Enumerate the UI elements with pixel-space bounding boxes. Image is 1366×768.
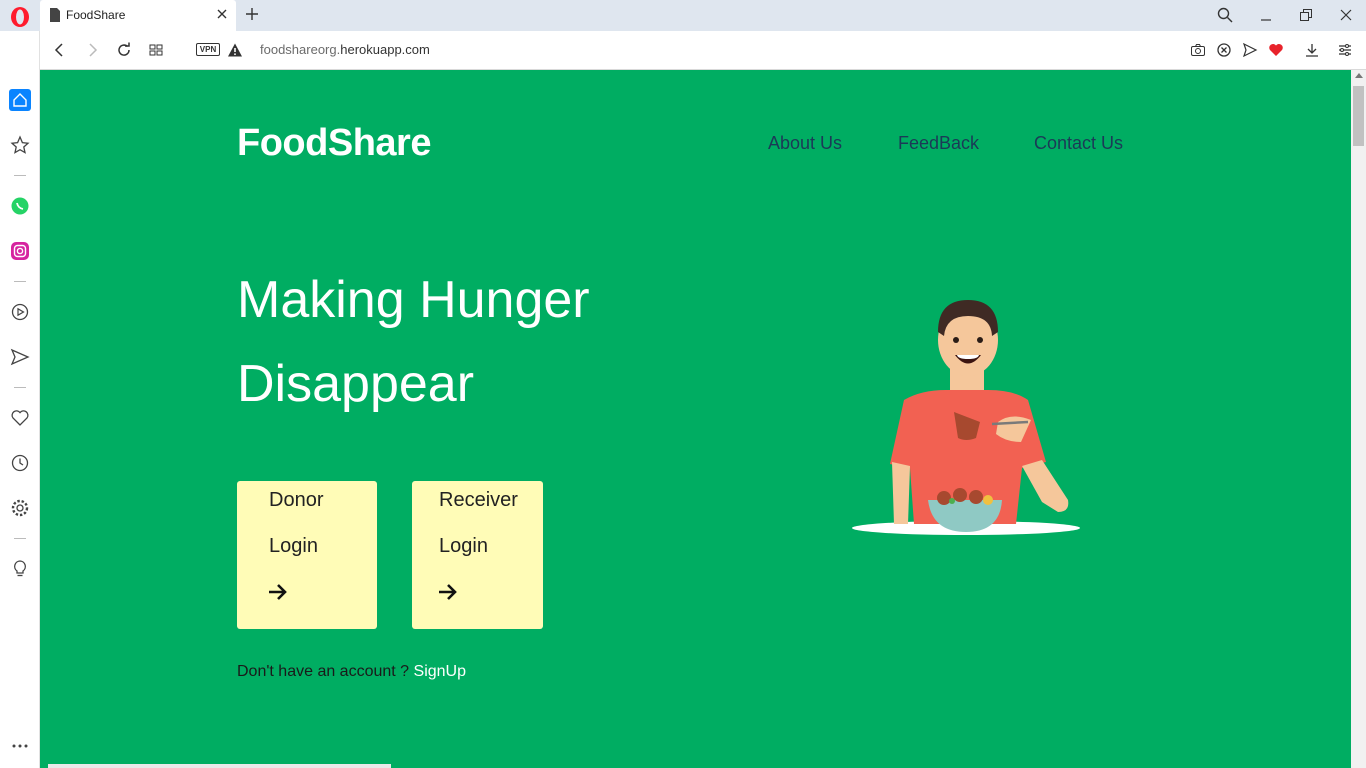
donor-card-title: Donor — [269, 489, 324, 511]
speed-dial-grid-icon[interactable] — [148, 42, 164, 58]
sidebar-divider — [14, 538, 26, 539]
sidebar-divider — [14, 175, 26, 176]
url-host: herokuapp.com — [340, 42, 430, 57]
horizontal-scroll-strip — [48, 764, 391, 768]
signup-prompt-text: Don't have an account ? — [237, 663, 410, 680]
heart-icon[interactable] — [1268, 42, 1284, 58]
hero-headline-line2: Disappear — [237, 355, 475, 413]
signup-prompt: Don't have an account ? SignUp — [237, 663, 466, 681]
arrow-right-icon — [269, 584, 287, 600]
close-tab-icon[interactable] — [216, 8, 228, 20]
page-scrollbar[interactable] — [1351, 70, 1366, 768]
arrow-right-icon — [439, 584, 457, 600]
restore-window-icon[interactable] — [1298, 7, 1314, 23]
receiver-login-card[interactable]: Receiver Login — [412, 481, 543, 629]
nav-feedback[interactable]: FeedBack — [898, 133, 979, 154]
bookmarks-star-icon[interactable] — [9, 134, 31, 156]
new-tab-plus-icon[interactable] — [245, 7, 259, 21]
snapshot-camera-icon[interactable] — [1190, 42, 1206, 58]
url-subdomain: foodshareorg. — [260, 42, 341, 57]
whatsapp-icon[interactable] — [9, 195, 31, 217]
browser-tab-bar: FoodShare — [0, 0, 1366, 31]
forward-icon[interactable] — [84, 42, 100, 58]
address-bar[interactable]: foodshareorg.herokuapp.com — [260, 42, 430, 57]
sidebar-divider — [14, 387, 26, 388]
man-eating-illustration — [852, 300, 1080, 535]
warning-icon[interactable] — [227, 42, 243, 58]
easy-setup-icon[interactable] — [1337, 42, 1353, 58]
back-icon[interactable] — [52, 42, 68, 58]
instagram-icon[interactable] — [9, 240, 31, 262]
signup-link[interactable]: SignUp — [414, 663, 466, 680]
player-icon[interactable] — [9, 301, 31, 323]
hero-headline-line1: Making Hunger — [237, 271, 590, 329]
send-icon[interactable] — [1242, 42, 1258, 58]
nav-about-us[interactable]: About Us — [768, 133, 842, 154]
ad-blocker-icon[interactable] — [1216, 42, 1232, 58]
receiver-card-title: Receiver — [439, 489, 518, 511]
opera-logo-icon[interactable] — [8, 5, 32, 29]
favorites-heart-icon[interactable] — [9, 407, 31, 429]
tab-title: FoodShare — [66, 8, 126, 22]
browser-sidebar — [0, 31, 40, 768]
tips-lightbulb-icon[interactable] — [9, 558, 31, 580]
document-icon — [50, 8, 60, 22]
download-icon[interactable] — [1304, 42, 1320, 58]
more-dots-icon[interactable] — [9, 735, 31, 757]
history-clock-icon[interactable] — [9, 452, 31, 474]
sidebar-divider — [14, 281, 26, 282]
nav-contact-us[interactable]: Contact Us — [1034, 133, 1123, 154]
scroll-up-arrow-icon[interactable] — [1355, 73, 1363, 78]
browser-tab[interactable]: FoodShare — [40, 0, 236, 31]
receiver-card-subtitle: Login — [439, 535, 488, 557]
browser-toolbar: VPN foodshareorg.herokuapp.com — [40, 31, 1366, 70]
close-window-icon[interactable] — [1338, 7, 1354, 23]
brand-logo[interactable]: FoodShare — [237, 122, 431, 165]
page-content: FoodShare About Us FeedBack Contact Us M… — [40, 70, 1351, 768]
vpn-badge[interactable]: VPN — [196, 43, 220, 56]
flow-send-icon[interactable] — [9, 346, 31, 368]
scroll-thumb[interactable] — [1353, 86, 1364, 146]
donor-login-card[interactable]: Donor Login — [237, 481, 377, 629]
minimize-window-icon[interactable] — [1258, 7, 1274, 23]
home-icon[interactable] — [9, 89, 31, 111]
search-tabs-icon[interactable] — [1217, 7, 1233, 23]
hero-headline: Making Hunger Disappear — [237, 258, 677, 426]
donor-card-subtitle: Login — [269, 535, 318, 557]
settings-gear-icon[interactable] — [9, 497, 31, 519]
reload-icon[interactable] — [116, 42, 132, 58]
